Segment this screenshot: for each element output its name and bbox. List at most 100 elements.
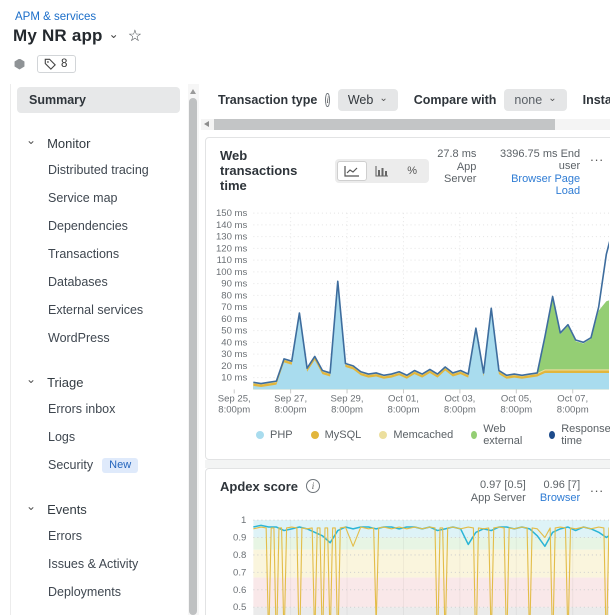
sidebar-item-deployments[interactable]: Deployments — [11, 578, 188, 606]
svg-text:140 ms: 140 ms — [216, 220, 248, 231]
svg-text:0.6: 0.6 — [233, 584, 246, 595]
scroll-left-arrow-icon[interactable] — [204, 121, 209, 127]
sidebar-item-wordpress[interactable]: WordPress — [11, 324, 188, 352]
percent-icon: % — [407, 164, 418, 177]
svg-text:8:00pm: 8:00pm — [331, 405, 363, 416]
transaction-type-value: Web — [347, 93, 374, 107]
sidebar-item-external-services[interactable]: External services — [11, 296, 188, 324]
sidebar-section-monitor[interactable]: ⌄ Monitor — [11, 130, 188, 156]
info-icon[interactable]: i — [325, 93, 330, 107]
legend-label: MySQL — [324, 428, 362, 441]
svg-text:100 ms: 100 ms — [216, 267, 248, 278]
bar-chart-toggle-button[interactable] — [367, 161, 397, 181]
svg-text:0.9: 0.9 — [233, 532, 246, 543]
horizontal-scrollbar[interactable] — [201, 119, 610, 130]
horizontal-scrollbar-thumb[interactable] — [214, 119, 555, 130]
card-title: Web transactions time — [220, 148, 298, 193]
svg-text:8:00pm: 8:00pm — [444, 405, 476, 416]
sidebar-section-label: Events — [47, 501, 87, 517]
browser-link[interactable]: Browser — [540, 492, 580, 504]
sidebar-item-errors[interactable]: Errors — [11, 522, 188, 550]
sidebar-item-transactions[interactable]: Transactions — [11, 240, 188, 268]
vertical-scrollbar[interactable] — [188, 84, 199, 615]
legend-item[interactable]: MySQL — [310, 423, 362, 447]
sidebar-item-issues-activity[interactable]: Issues & Activity — [11, 550, 188, 578]
svg-text:110 ms: 110 ms — [217, 255, 248, 266]
svg-text:Sep 27,: Sep 27, — [274, 393, 307, 404]
compare-with-value: none — [514, 93, 543, 107]
legend-item[interactable]: Memcached — [379, 423, 453, 447]
chevron-down-icon: ⌄ — [26, 133, 37, 147]
percent-toggle-button[interactable]: % — [397, 161, 427, 181]
legend-label: Response time — [561, 422, 610, 447]
sidebar-item-summary[interactable]: Summary — [17, 87, 180, 113]
svg-text:1: 1 — [241, 515, 246, 526]
sidebar: Summary ⌄ Monitor Distributed tracing Se… — [10, 84, 188, 615]
chart-legend: PHP MySQL Memcached Web external Respons… — [206, 417, 610, 459]
card-title: Apdex score — [220, 478, 299, 494]
cards-area: Web transactions time % 27.8 ms App Serv… — [205, 137, 610, 615]
title-row: My NR app ⌄ ☆ — [13, 26, 142, 46]
chevron-down-icon: ⌄ — [548, 92, 557, 104]
svg-text:Oct 05,: Oct 05, — [501, 393, 532, 404]
main-content: Transaction type i Web ⌄ Compare with no… — [199, 80, 610, 615]
apdex-chart: 10.90.80.70.60.50.4 — [233, 515, 609, 615]
instances-label: Instances — [582, 93, 610, 107]
legend-label: Memcached — [393, 428, 454, 441]
svg-text:120 ms: 120 ms — [216, 243, 248, 254]
filter-bar: Transaction type i Web ⌄ Compare with no… — [199, 80, 610, 113]
svg-text:8:00pm: 8:00pm — [557, 405, 589, 416]
sidebar-item-security[interactable]: Security New — [11, 451, 188, 479]
scroll-up-arrow-icon[interactable] — [190, 89, 196, 94]
compare-with-label: Compare with — [413, 93, 497, 107]
breadcrumb[interactable]: APM & services — [15, 11, 96, 23]
legend-item[interactable]: Response time — [549, 423, 610, 447]
chevron-down-icon: ⌄ — [379, 92, 388, 104]
svg-text:10 ms: 10 ms — [221, 373, 247, 384]
apdex-app-server-metric: 0.97 [0.5] App Server — [471, 479, 526, 504]
legend-item[interactable]: Web external — [471, 423, 531, 447]
svg-text:Oct 07,: Oct 07, — [557, 393, 588, 404]
sidebar-item-errors-inbox[interactable]: Errors inbox — [11, 395, 188, 423]
svg-text:8:00pm: 8:00pm — [275, 405, 307, 416]
sidebar-item-logs[interactable]: Logs — [11, 423, 188, 451]
svg-text:30 ms: 30 ms — [221, 349, 247, 360]
compare-with-dropdown[interactable]: none ⌄ — [504, 89, 567, 111]
browser-page-load-link[interactable]: Browser Page Load — [490, 173, 580, 197]
info-icon[interactable]: i — [306, 479, 321, 494]
metric-label: App Server — [443, 161, 477, 185]
line-chart-toggle-button[interactable] — [337, 160, 368, 181]
svg-text:Oct 03,: Oct 03, — [444, 393, 475, 404]
vertical-scrollbar-thumb[interactable] — [189, 98, 197, 615]
transaction-type-dropdown[interactable]: Web ⌄ — [337, 89, 398, 111]
svg-text:8:00pm: 8:00pm — [500, 405, 532, 416]
card-menu-button[interactable]: ... — [590, 148, 604, 163]
chevron-down-icon[interactable]: ⌄ — [109, 27, 119, 41]
metric-value: 3396.75 ms End user — [500, 148, 581, 172]
apdex-card: Apdex score i 0.97 [0.5] App Server 0.96… — [205, 467, 610, 615]
metric-value: 27.8 ms — [437, 148, 477, 160]
metric-value: 0.96 [7] — [543, 478, 581, 491]
web-transactions-chart: Sep 25,8:00pmSep 27,8:00pmSep 29,8:00pmO… — [216, 208, 609, 416]
svg-text:0.5: 0.5 — [233, 602, 246, 613]
chevron-down-icon: ⌄ — [26, 372, 37, 386]
sidebar-item-databases[interactable]: Databases — [11, 268, 188, 296]
legend-item[interactable]: PHP — [256, 423, 293, 447]
star-icon[interactable]: ☆ — [128, 26, 142, 46]
sidebar-item-distributed-tracing[interactable]: Distributed tracing — [11, 156, 188, 184]
sidebar-section-events[interactable]: ⌄ Events — [11, 496, 188, 522]
tag-icon — [44, 58, 56, 70]
card-menu-button[interactable]: ... — [590, 479, 604, 494]
sidebar-section-triage[interactable]: ⌄ Triage — [11, 369, 188, 395]
sidebar-item-dependencies[interactable]: Dependencies — [11, 212, 188, 240]
svg-text:8:00pm: 8:00pm — [388, 405, 420, 416]
legend-label: PHP — [270, 428, 293, 441]
sidebar-item-service-map[interactable]: Service map — [11, 184, 188, 212]
svg-text:80 ms: 80 ms — [221, 290, 247, 301]
legend-label: Web external — [483, 422, 523, 447]
legend-dot — [310, 430, 319, 439]
metric-value: 0.97 [0.5] — [479, 478, 526, 491]
tags-badge[interactable]: 8 — [37, 55, 77, 73]
sidebar-section-label: Triage — [47, 374, 84, 390]
chart-type-toggle: % — [335, 158, 430, 183]
